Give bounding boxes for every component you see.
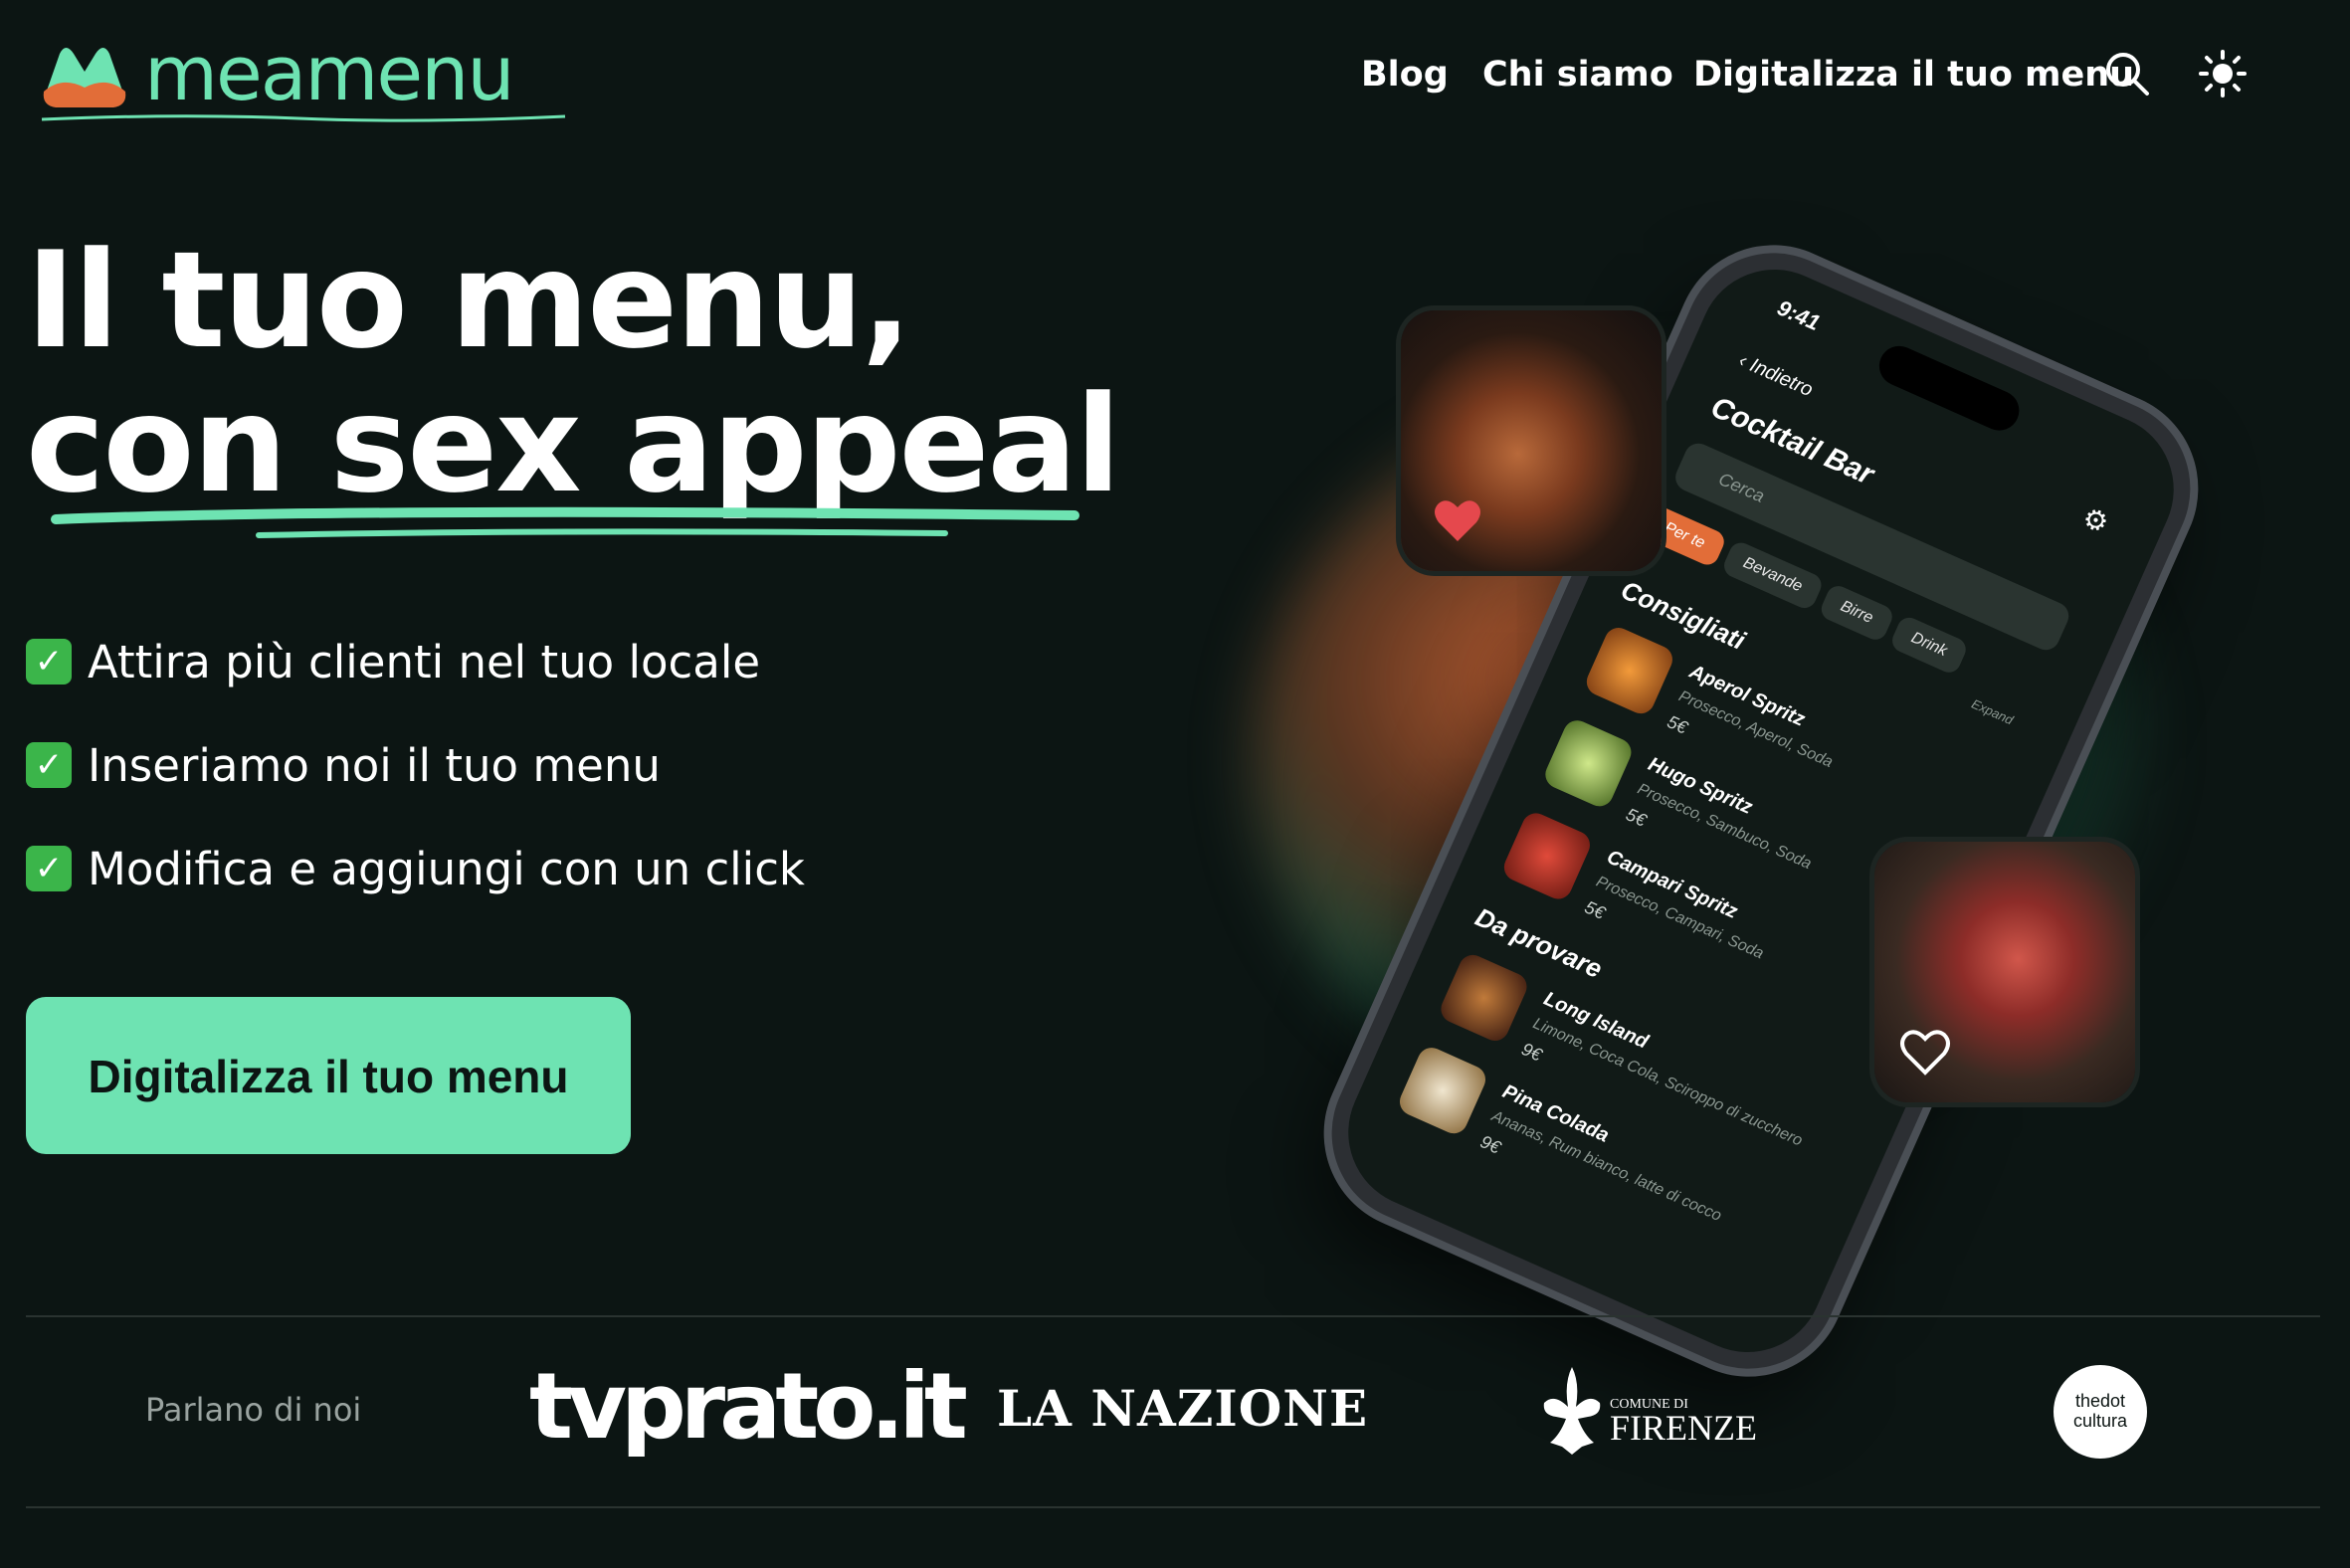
feature-item: ✓ Inseriamo noi il tuo menu (26, 736, 661, 796)
comune-firenze-logo[interactable]: FIRENZE (1610, 1407, 1757, 1449)
nav-chi-siamo[interactable]: Chi siamo (1482, 50, 1673, 99)
divider (26, 1506, 2320, 1508)
title-underline (51, 506, 1079, 538)
la-nazione-logo[interactable]: LA NAZIONE (997, 1379, 1368, 1438)
drink-thumbnail (1582, 623, 1677, 718)
hero-title-line1: Il tuo menu, (26, 223, 912, 378)
check-mark-icon: ✓ (26, 742, 72, 788)
hero-title: Il tuo menu, con sex appeal (26, 223, 1121, 522)
heart-filled-icon (1435, 500, 1480, 541)
divider (26, 1315, 2320, 1317)
check-mark-icon: ✓ (26, 639, 72, 685)
press-label: Parlano di noi (145, 1391, 362, 1429)
dynamic-island (1872, 339, 2026, 437)
meamenu-logo[interactable]: meamenu (40, 34, 577, 129)
cta-button[interactable]: Digitalizza il tuo menu (26, 997, 631, 1154)
tvprato-logo[interactable]: tvprato.it (529, 1353, 968, 1460)
check-mark-icon: ✓ (26, 846, 72, 891)
heart-outline-icon (1900, 1030, 1950, 1076)
hero-title-line2: con sex appeal (26, 367, 1121, 522)
logo-underline (41, 114, 566, 122)
logo-mark-icon (43, 48, 126, 107)
logo-text: meamenu (144, 29, 514, 117)
thedot-cultura-logo[interactable]: thedot cultura (2054, 1365, 2147, 1459)
drink-thumbnail (1436, 950, 1531, 1046)
feature-item: ✓ Attira più clienti nel tuo locale (26, 633, 760, 692)
gear-icon: ⚙ (2077, 500, 2114, 540)
chip: Birre (1817, 582, 1896, 644)
back-link: ‹ Indietro (1735, 349, 1817, 402)
chip: Bevande (1719, 538, 1826, 612)
nav-digitalizza[interactable]: Digitalizza il tuo menu (1693, 50, 2134, 99)
chip: Drink (1887, 613, 1970, 677)
nav-blog[interactable]: Blog (1361, 50, 1449, 99)
feature-item: ✓ Modifica e aggiungi con un click (26, 840, 805, 899)
expand-link: Expand (1969, 695, 2016, 728)
sun-icon[interactable] (2197, 48, 2249, 99)
search-icon[interactable] (2101, 48, 2153, 99)
phone-time: 9:41 (1773, 294, 1825, 336)
firenze-lily-icon (1543, 1367, 1601, 1455)
